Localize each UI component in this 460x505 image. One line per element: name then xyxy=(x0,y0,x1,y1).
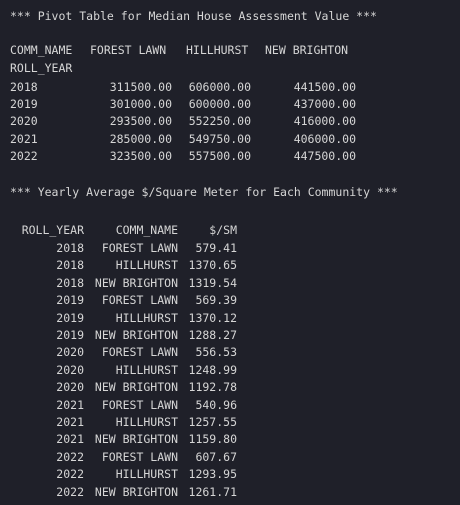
yearly-row-year: 2019 xyxy=(56,310,84,325)
pivot-row-year: 2020 xyxy=(10,114,38,129)
yearly-row-year: 2018 xyxy=(56,275,84,290)
pivot-cell: 293500.00 xyxy=(109,114,172,129)
pivot-cell: 600000.00 xyxy=(188,97,251,112)
yearly-row-year: 2020 xyxy=(56,362,84,377)
yearly-header-year: ROLL_YEAR xyxy=(21,223,84,237)
yearly-row-value: 1159.80 xyxy=(188,432,237,447)
pivot-row-year: 2021 xyxy=(10,131,38,146)
yearly-row-year: 2022 xyxy=(56,467,84,482)
pivot-cell: 285000.00 xyxy=(109,131,172,146)
yearly-row-year: 2021 xyxy=(56,397,84,412)
yearly-row-name: FOREST LAWN xyxy=(101,397,178,412)
yearly-row-name: FOREST LAWN xyxy=(101,293,178,308)
pivot-column-header: HILLHURST xyxy=(186,43,249,57)
yearly-row-year: 2018 xyxy=(56,258,84,273)
yearly-row-value: 1261.71 xyxy=(188,484,237,499)
yearly-header-value: $/SM xyxy=(209,223,237,237)
pivot-cell: 323500.00 xyxy=(109,148,172,163)
yearly-row-year: 2021 xyxy=(56,415,84,429)
yearly-row-year: 2021 xyxy=(56,432,84,447)
yearly-row-value: 579.41 xyxy=(195,241,237,255)
yearly-row-year: 2022 xyxy=(56,484,84,499)
pivot-row-year: 2018 xyxy=(10,80,38,94)
pivot-columns-label: COMM_NAME xyxy=(10,43,73,57)
yearly-row-value: 1370.65 xyxy=(188,258,237,273)
yearly-row-value: 1257.55 xyxy=(188,415,237,429)
yearly-row-value: 1248.99 xyxy=(188,362,237,377)
pivot-column-header: NEW BRIGHTON xyxy=(265,43,349,57)
pivot-cell: 441500.00 xyxy=(293,80,356,94)
pivot-index-label: ROLL_YEAR xyxy=(10,61,73,75)
yearly-row-name: NEW BRIGHTON xyxy=(94,380,178,395)
yearly-row-year: 2020 xyxy=(56,345,84,360)
pivot-cell: 301000.00 xyxy=(109,97,172,112)
yearly-row-name: NEW BRIGHTON xyxy=(94,328,178,342)
yearly-row-value: 1319.54 xyxy=(188,275,237,290)
pivot-cell: 549750.00 xyxy=(188,131,251,146)
yearly-row-value: 1370.12 xyxy=(188,310,237,325)
yearly-row-name: HILLHURST xyxy=(115,258,178,273)
yearly-row-year: 2019 xyxy=(56,328,84,342)
yearly-row-name: NEW BRIGHTON xyxy=(94,484,178,499)
yearly-row-value: 556.53 xyxy=(195,345,237,360)
pivot-cell: 416000.00 xyxy=(293,114,356,129)
yearly-row-value: 1288.27 xyxy=(188,328,237,342)
yearly-row-year: 2018 xyxy=(56,241,84,255)
pivot-title: *** Pivot Table for Median House Assessm… xyxy=(10,9,377,23)
pivot-column-header: FOREST LAWN xyxy=(90,43,167,57)
pivot-cell: 311500.00 xyxy=(109,80,172,94)
pivot-cell: 557500.00 xyxy=(188,148,251,163)
yearly-row-year: 2022 xyxy=(56,449,84,464)
yearly-row-value: 569.39 xyxy=(195,293,237,308)
yearly-row-name: FOREST LAWN xyxy=(101,449,178,464)
yearly-row-value: 1293.95 xyxy=(188,467,237,482)
yearly-row-name: HILLHURST xyxy=(115,467,178,482)
yearly-row-name: HILLHURST xyxy=(115,362,178,377)
yearly-row-name: NEW BRIGHTON xyxy=(94,432,178,447)
yearly-row-name: HILLHURST xyxy=(115,310,178,325)
yearly-title: *** Yearly Average $/Square Meter for Ea… xyxy=(10,185,398,199)
yearly-row-name: HILLHURST xyxy=(115,415,178,429)
pivot-cell: 552250.00 xyxy=(188,114,251,129)
yearly-row-name: NEW BRIGHTON xyxy=(94,275,178,290)
yearly-row-value: 607.67 xyxy=(195,449,237,464)
pivot-cell: 437000.00 xyxy=(293,97,356,112)
pivot-cell: 606000.00 xyxy=(188,80,251,94)
pivot-row-year: 2019 xyxy=(10,97,38,112)
yearly-row-year: 2019 xyxy=(56,293,84,308)
pivot-cell: 406000.00 xyxy=(293,131,356,146)
yearly-row-name: FOREST LAWN xyxy=(101,241,178,255)
yearly-header-name: COMM_NAME xyxy=(115,223,178,237)
yearly-row-value: 1192.78 xyxy=(188,380,237,395)
pivot-row-year: 2022 xyxy=(10,148,38,163)
yearly-row-name: FOREST LAWN xyxy=(101,345,178,360)
yearly-row-year: 2020 xyxy=(56,380,84,395)
pivot-cell: 447500.00 xyxy=(293,148,356,163)
console-output: *** Pivot Table for Median House Assessm… xyxy=(0,0,460,505)
yearly-row-value: 540.96 xyxy=(195,397,237,412)
